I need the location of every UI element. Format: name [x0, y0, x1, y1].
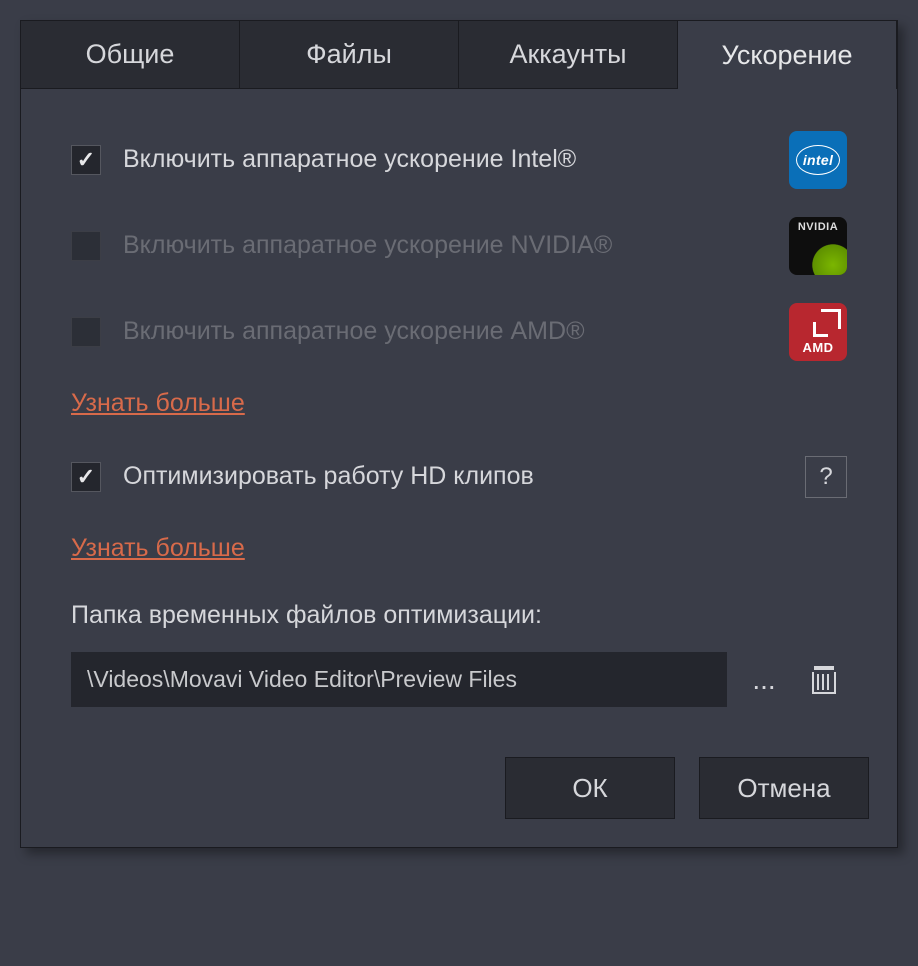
option-nvidia-row: Включить аппаратное ускорение NVIDIA® NV…	[71, 217, 847, 275]
nvidia-logo-icon: NVIDIA	[789, 217, 847, 275]
tab-bar: Общие Файлы Аккаунты Ускорение	[21, 21, 897, 89]
temp-folder-input[interactable]	[71, 652, 727, 707]
checkbox-nvidia	[71, 231, 101, 261]
checkbox-intel[interactable]	[71, 145, 101, 175]
tab-acceleration[interactable]: Ускорение	[678, 21, 897, 89]
temp-folder-label: Папка временных файлов оптимизации:	[71, 601, 847, 630]
browse-button[interactable]: ...	[741, 657, 787, 703]
label-amd: Включить аппаратное ускорение AMD®	[123, 315, 769, 349]
intel-logo-icon: intel	[789, 131, 847, 189]
temp-folder-row: ...	[71, 652, 847, 707]
checkbox-hd-optimize[interactable]	[71, 462, 101, 492]
tab-accounts[interactable]: Аккаунты	[459, 21, 678, 89]
option-amd-row: Включить аппаратное ускорение AMD® AMD	[71, 303, 847, 361]
help-button[interactable]: ?	[805, 456, 847, 498]
cancel-button[interactable]: Отмена	[699, 757, 869, 819]
tab-files[interactable]: Файлы	[240, 21, 459, 89]
learn-more-link-2[interactable]: Узнать больше	[71, 534, 245, 563]
amd-logo-icon: AMD	[789, 303, 847, 361]
checkbox-amd	[71, 317, 101, 347]
delete-button[interactable]	[801, 657, 847, 703]
label-hd-optimize: Оптимизировать работу HD клипов	[123, 460, 785, 494]
trash-icon	[812, 666, 836, 694]
learn-more-link-1[interactable]: Узнать больше	[71, 389, 245, 418]
tab-general[interactable]: Общие	[21, 21, 240, 89]
dialog-footer: ОК Отмена	[21, 757, 897, 847]
tab-content: Включить аппаратное ускорение Intel® int…	[21, 89, 897, 745]
ok-button[interactable]: ОК	[505, 757, 675, 819]
label-intel: Включить аппаратное ускорение Intel®	[123, 143, 769, 177]
option-intel-row: Включить аппаратное ускорение Intel® int…	[71, 131, 847, 189]
label-nvidia: Включить аппаратное ускорение NVIDIA®	[123, 229, 769, 263]
settings-dialog: Общие Файлы Аккаунты Ускорение Включить …	[20, 20, 898, 848]
option-hd-row: Оптимизировать работу HD клипов ?	[71, 448, 847, 506]
